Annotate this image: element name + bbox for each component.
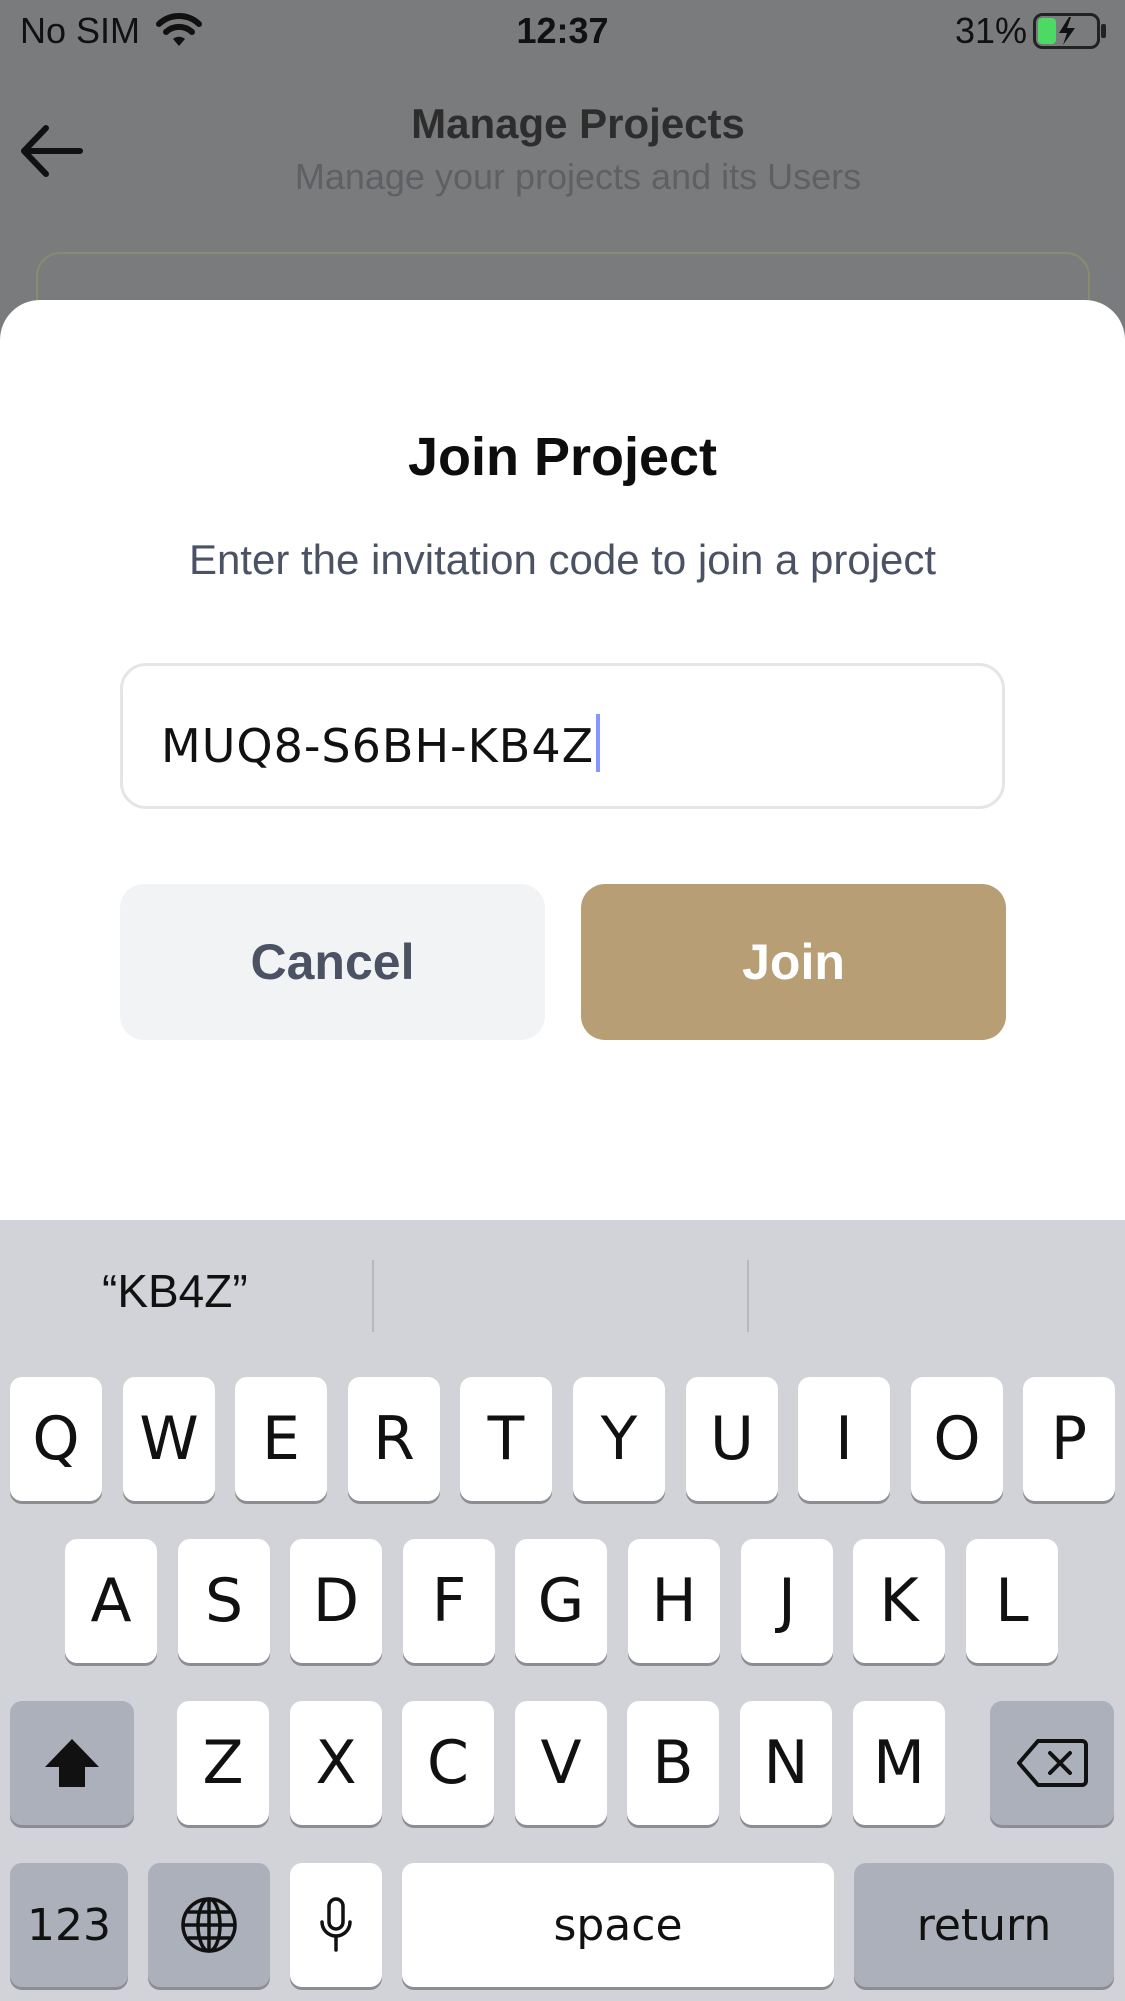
text-caret: [596, 714, 601, 772]
shift-icon: [45, 1739, 99, 1787]
key-label: C: [427, 1728, 469, 1798]
key-l[interactable]: L: [966, 1539, 1058, 1663]
key-k[interactable]: K: [853, 1539, 945, 1663]
key-label: G: [537, 1566, 585, 1636]
key-a[interactable]: A: [65, 1539, 157, 1663]
invitation-code-input[interactable]: MUQ8-S6BH-KB4Z: [120, 663, 1005, 809]
numbers-key-label: 123: [27, 1899, 111, 1951]
key-j[interactable]: J: [741, 1539, 833, 1663]
key-label: I: [835, 1404, 853, 1474]
globe-key[interactable]: [148, 1863, 270, 1987]
key-label: V: [540, 1728, 582, 1798]
return-key-label: return: [916, 1899, 1052, 1951]
cancel-button[interactable]: Cancel: [120, 884, 545, 1040]
cancel-button-label: Cancel: [250, 934, 415, 990]
key-h[interactable]: H: [628, 1539, 720, 1663]
return-key[interactable]: return: [854, 1863, 1114, 1987]
key-c[interactable]: C: [402, 1701, 494, 1825]
key-label: O: [933, 1404, 981, 1474]
key-label: N: [763, 1728, 809, 1798]
key-label: F: [431, 1566, 467, 1636]
key-label: U: [710, 1404, 754, 1474]
key-label: W: [139, 1404, 199, 1474]
key-v[interactable]: V: [515, 1701, 607, 1825]
key-g[interactable]: G: [515, 1539, 607, 1663]
key-w[interactable]: W: [123, 1377, 215, 1501]
key-label: R: [373, 1404, 415, 1474]
key-label: Z: [202, 1728, 244, 1798]
key-s[interactable]: S: [178, 1539, 270, 1663]
space-key-label: space: [553, 1899, 683, 1951]
key-label: Q: [32, 1404, 80, 1474]
join-button[interactable]: Join: [581, 884, 1006, 1040]
key-label: L: [995, 1566, 1029, 1636]
key-e[interactable]: E: [235, 1377, 327, 1501]
status-bar: No SIM 12:37 31%: [0, 0, 1125, 64]
key-label: H: [651, 1566, 697, 1636]
key-label: M: [873, 1728, 925, 1798]
key-label: E: [262, 1404, 300, 1474]
key-f[interactable]: F: [403, 1539, 495, 1663]
key-u[interactable]: U: [686, 1377, 778, 1501]
key-z[interactable]: Z: [177, 1701, 269, 1825]
globe-icon: [181, 1897, 237, 1953]
backspace-icon: [1017, 1739, 1088, 1787]
key-label: Y: [600, 1404, 638, 1474]
numbers-key[interactable]: 123: [10, 1863, 128, 1987]
delete-key[interactable]: [990, 1701, 1114, 1825]
key-n[interactable]: N: [740, 1701, 832, 1825]
microphone-key[interactable]: [290, 1863, 382, 1987]
shift-key[interactable]: [10, 1701, 134, 1825]
key-r[interactable]: R: [348, 1377, 440, 1501]
key-y[interactable]: Y: [573, 1377, 665, 1501]
suggestion-divider: [747, 1260, 749, 1332]
key-label: P: [1050, 1404, 1088, 1474]
key-m[interactable]: M: [853, 1701, 945, 1825]
key-label: X: [315, 1728, 357, 1798]
key-t[interactable]: T: [460, 1377, 552, 1501]
key-d[interactable]: D: [290, 1539, 382, 1663]
key-p[interactable]: P: [1023, 1377, 1115, 1501]
key-i[interactable]: I: [798, 1377, 890, 1501]
battery-icon: [1033, 13, 1106, 49]
suggestion-item[interactable]: “KB4Z”: [102, 1264, 248, 1318]
invitation-code-value: MUQ8-S6BH-KB4Z: [161, 719, 595, 773]
key-label: K: [879, 1566, 919, 1636]
key-label: D: [312, 1566, 360, 1636]
modal-description: Enter the invitation code to join a proj…: [188, 536, 937, 583]
suggestion-divider: [372, 1260, 374, 1332]
suggestion-bar: “KB4Z”: [0, 1220, 1125, 1360]
join-button-label: Join: [742, 934, 845, 990]
key-b[interactable]: B: [627, 1701, 719, 1825]
modal-title: Join Project: [407, 427, 718, 487]
key-o[interactable]: O: [911, 1377, 1003, 1501]
microphone-icon: [320, 1897, 352, 1952]
key-label: J: [778, 1566, 796, 1636]
page-title: Manage Projects: [411, 100, 745, 147]
key-x[interactable]: X: [290, 1701, 382, 1825]
page-subtitle: Manage your projects and its Users: [294, 156, 862, 197]
key-label: A: [90, 1566, 132, 1636]
space-key[interactable]: space: [402, 1863, 834, 1987]
key-label: T: [487, 1404, 525, 1474]
key-q[interactable]: Q: [10, 1377, 102, 1501]
keyboard: “KB4Z” QWE R T Y U I OP A SD FGH J K L Z XC VBNM 123 sp…: [0, 1220, 1125, 2001]
key-label: B: [652, 1728, 694, 1798]
battery-percent: 31%: [954, 10, 1027, 51]
key-label: S: [204, 1566, 244, 1636]
